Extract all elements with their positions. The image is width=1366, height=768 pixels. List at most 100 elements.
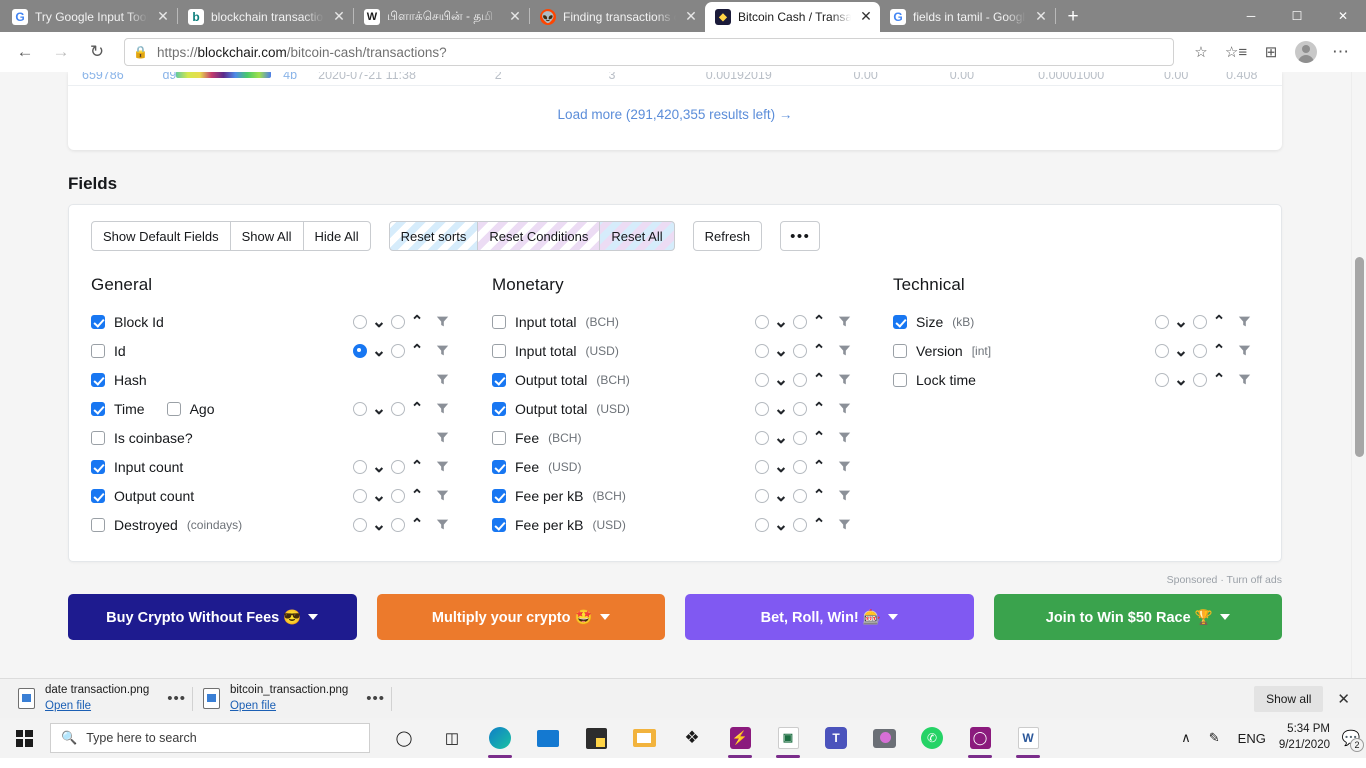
sort-descending-radio[interactable] xyxy=(755,488,769,503)
ad-banner-4[interactable]: Join to Win $50 Race 🏆 xyxy=(993,594,1282,640)
settings-more-icon[interactable]: ⋯ xyxy=(1324,36,1358,68)
sort-ascending-radio[interactable] xyxy=(793,517,807,532)
show-default-fields-button[interactable]: Show Default Fields xyxy=(91,221,231,251)
address-bar[interactable]: 🔒 https://blockchair.com/bitcoin-cash/tr… xyxy=(124,38,1174,66)
field-toggle[interactable]: Fee per kB (USD) xyxy=(492,517,626,533)
sort-descending-radio[interactable] xyxy=(353,517,367,532)
mail-icon[interactable] xyxy=(524,718,572,758)
field-toggle[interactable]: Destroyed (coindays) xyxy=(91,517,242,533)
cell-hash-suffix[interactable]: 4b xyxy=(271,72,297,82)
chevron-down-icon[interactable] xyxy=(887,614,898,620)
sort-descending-radio[interactable] xyxy=(353,343,367,358)
language-indicator[interactable]: ENG xyxy=(1229,718,1275,758)
more-options-button[interactable]: ••• xyxy=(780,221,821,251)
sort-descending-radio[interactable] xyxy=(353,401,367,416)
forward-button[interactable]: → xyxy=(44,36,78,68)
filter-funnel-icon[interactable] xyxy=(831,431,857,444)
field-checkbox[interactable] xyxy=(893,372,907,387)
filter-funnel-icon[interactable] xyxy=(429,344,455,357)
field-toggle[interactable]: Version [int] xyxy=(893,343,991,359)
field-toggle[interactable]: Size (kB) xyxy=(893,314,974,330)
sort-descending-radio[interactable] xyxy=(755,430,769,445)
field-toggle[interactable]: Fee (USD) xyxy=(492,459,581,475)
download-menu-icon[interactable]: ••• xyxy=(360,690,391,707)
ad-banner-3[interactable]: Bet, Roll, Win! 🎰 xyxy=(685,594,974,640)
filter-funnel-icon[interactable] xyxy=(831,402,857,415)
word-icon[interactable]: W xyxy=(1004,718,1052,758)
profile-avatar-icon[interactable] xyxy=(1289,36,1323,68)
sort-ascending-radio[interactable] xyxy=(793,459,807,474)
filter-funnel-icon[interactable] xyxy=(831,373,857,386)
filter-funnel-icon[interactable] xyxy=(429,460,455,473)
field-checkbox[interactable] xyxy=(492,488,506,503)
browser-tab-1[interactable]: G Try Google Input Tools ✕ xyxy=(2,2,177,32)
edge-icon[interactable] xyxy=(476,718,524,758)
file-explorer-icon[interactable] xyxy=(620,718,668,758)
sort-descending-radio[interactable] xyxy=(353,459,367,474)
filter-funnel-icon[interactable] xyxy=(831,489,857,502)
field-checkbox[interactable] xyxy=(492,343,506,358)
filter-funnel-icon[interactable] xyxy=(831,344,857,357)
sort-ascending-radio[interactable] xyxy=(1193,372,1207,387)
field-checkbox[interactable] xyxy=(893,343,907,358)
camera-icon[interactable] xyxy=(860,718,908,758)
cortana-icon[interactable]: ◯ xyxy=(380,718,428,758)
browser-tab-3[interactable]: W பிளாக்செயின் - தமி ✕ xyxy=(354,2,529,32)
pen-icon[interactable]: ✎ xyxy=(1200,718,1229,758)
filter-funnel-icon[interactable] xyxy=(831,518,857,531)
field-extra-toggle[interactable]: Ago xyxy=(166,401,215,417)
show-all-downloads-button[interactable]: Show all xyxy=(1254,685,1324,712)
filter-funnel-icon[interactable] xyxy=(429,489,455,502)
opera-icon[interactable]: ◯ xyxy=(956,718,1004,758)
sort-ascending-radio[interactable] xyxy=(793,401,807,416)
sticky-notes-icon[interactable] xyxy=(572,718,620,758)
field-toggle[interactable]: Output count xyxy=(91,488,194,504)
collections-icon[interactable]: ⊞ xyxy=(1254,36,1288,68)
sort-ascending-radio[interactable] xyxy=(391,517,405,532)
cell-hash-prefix[interactable]: d9 xyxy=(162,72,176,82)
maximize-button[interactable]: ☐ xyxy=(1274,0,1320,32)
field-toggle[interactable]: Lock time xyxy=(893,372,976,388)
filter-funnel-icon[interactable] xyxy=(831,460,857,473)
scrollbar-thumb[interactable] xyxy=(1355,257,1364,457)
taskbar-search-input[interactable]: 🔍 Type here to search xyxy=(50,723,370,753)
open-file-link[interactable]: Open file xyxy=(45,699,149,715)
field-checkbox[interactable] xyxy=(492,314,506,329)
cell-block-id[interactable]: 659786 xyxy=(82,72,162,82)
filter-funnel-icon[interactable] xyxy=(429,402,455,415)
field-toggle[interactable]: Fee (BCH) xyxy=(492,430,581,446)
start-button[interactable] xyxy=(0,718,48,758)
chevron-down-icon[interactable] xyxy=(308,614,319,620)
field-checkbox[interactable] xyxy=(91,430,105,445)
sort-ascending-radio[interactable] xyxy=(391,343,405,358)
ad-banner-2[interactable]: Multiply your crypto 🤩 xyxy=(376,594,665,640)
field-checkbox[interactable] xyxy=(492,430,506,445)
close-tab-icon[interactable]: ✕ xyxy=(331,9,347,25)
minimize-button[interactable]: ─ xyxy=(1228,0,1274,32)
hide-all-button[interactable]: Hide All xyxy=(302,221,371,251)
field-checkbox[interactable] xyxy=(91,314,105,329)
filter-funnel-icon[interactable] xyxy=(1231,315,1257,328)
sort-descending-radio[interactable] xyxy=(353,488,367,503)
whatsapp-icon[interactable]: ✆ xyxy=(908,718,956,758)
sort-descending-radio[interactable] xyxy=(1155,343,1169,358)
browser-tab-6[interactable]: G fields in tamil - Google ✕ xyxy=(880,2,1055,32)
close-tab-icon[interactable]: ✕ xyxy=(507,9,523,25)
sort-ascending-radio[interactable] xyxy=(1193,314,1207,329)
close-downloads-bar-icon[interactable]: ✕ xyxy=(1329,690,1358,708)
browser-tab-2[interactable]: b blockchain transaction ✕ xyxy=(178,2,353,32)
open-file-link[interactable]: Open file xyxy=(230,699,348,715)
sort-ascending-radio[interactable] xyxy=(391,314,405,329)
show-all-button[interactable]: Show All xyxy=(229,221,304,251)
field-checkbox[interactable] xyxy=(91,459,105,474)
download-item-2[interactable]: bitcoin_transaction.png Open file xyxy=(193,679,360,719)
sort-ascending-radio[interactable] xyxy=(793,372,807,387)
sort-descending-radio[interactable] xyxy=(755,517,769,532)
favorites-list-icon[interactable]: ☆≡ xyxy=(1219,36,1253,68)
add-favorite-icon[interactable]: ☆ xyxy=(1184,36,1218,68)
sort-ascending-radio[interactable] xyxy=(793,430,807,445)
sort-ascending-radio[interactable] xyxy=(1193,343,1207,358)
field-checkbox[interactable] xyxy=(91,401,105,416)
sort-descending-radio[interactable] xyxy=(755,372,769,387)
chevron-down-icon[interactable] xyxy=(599,614,610,620)
